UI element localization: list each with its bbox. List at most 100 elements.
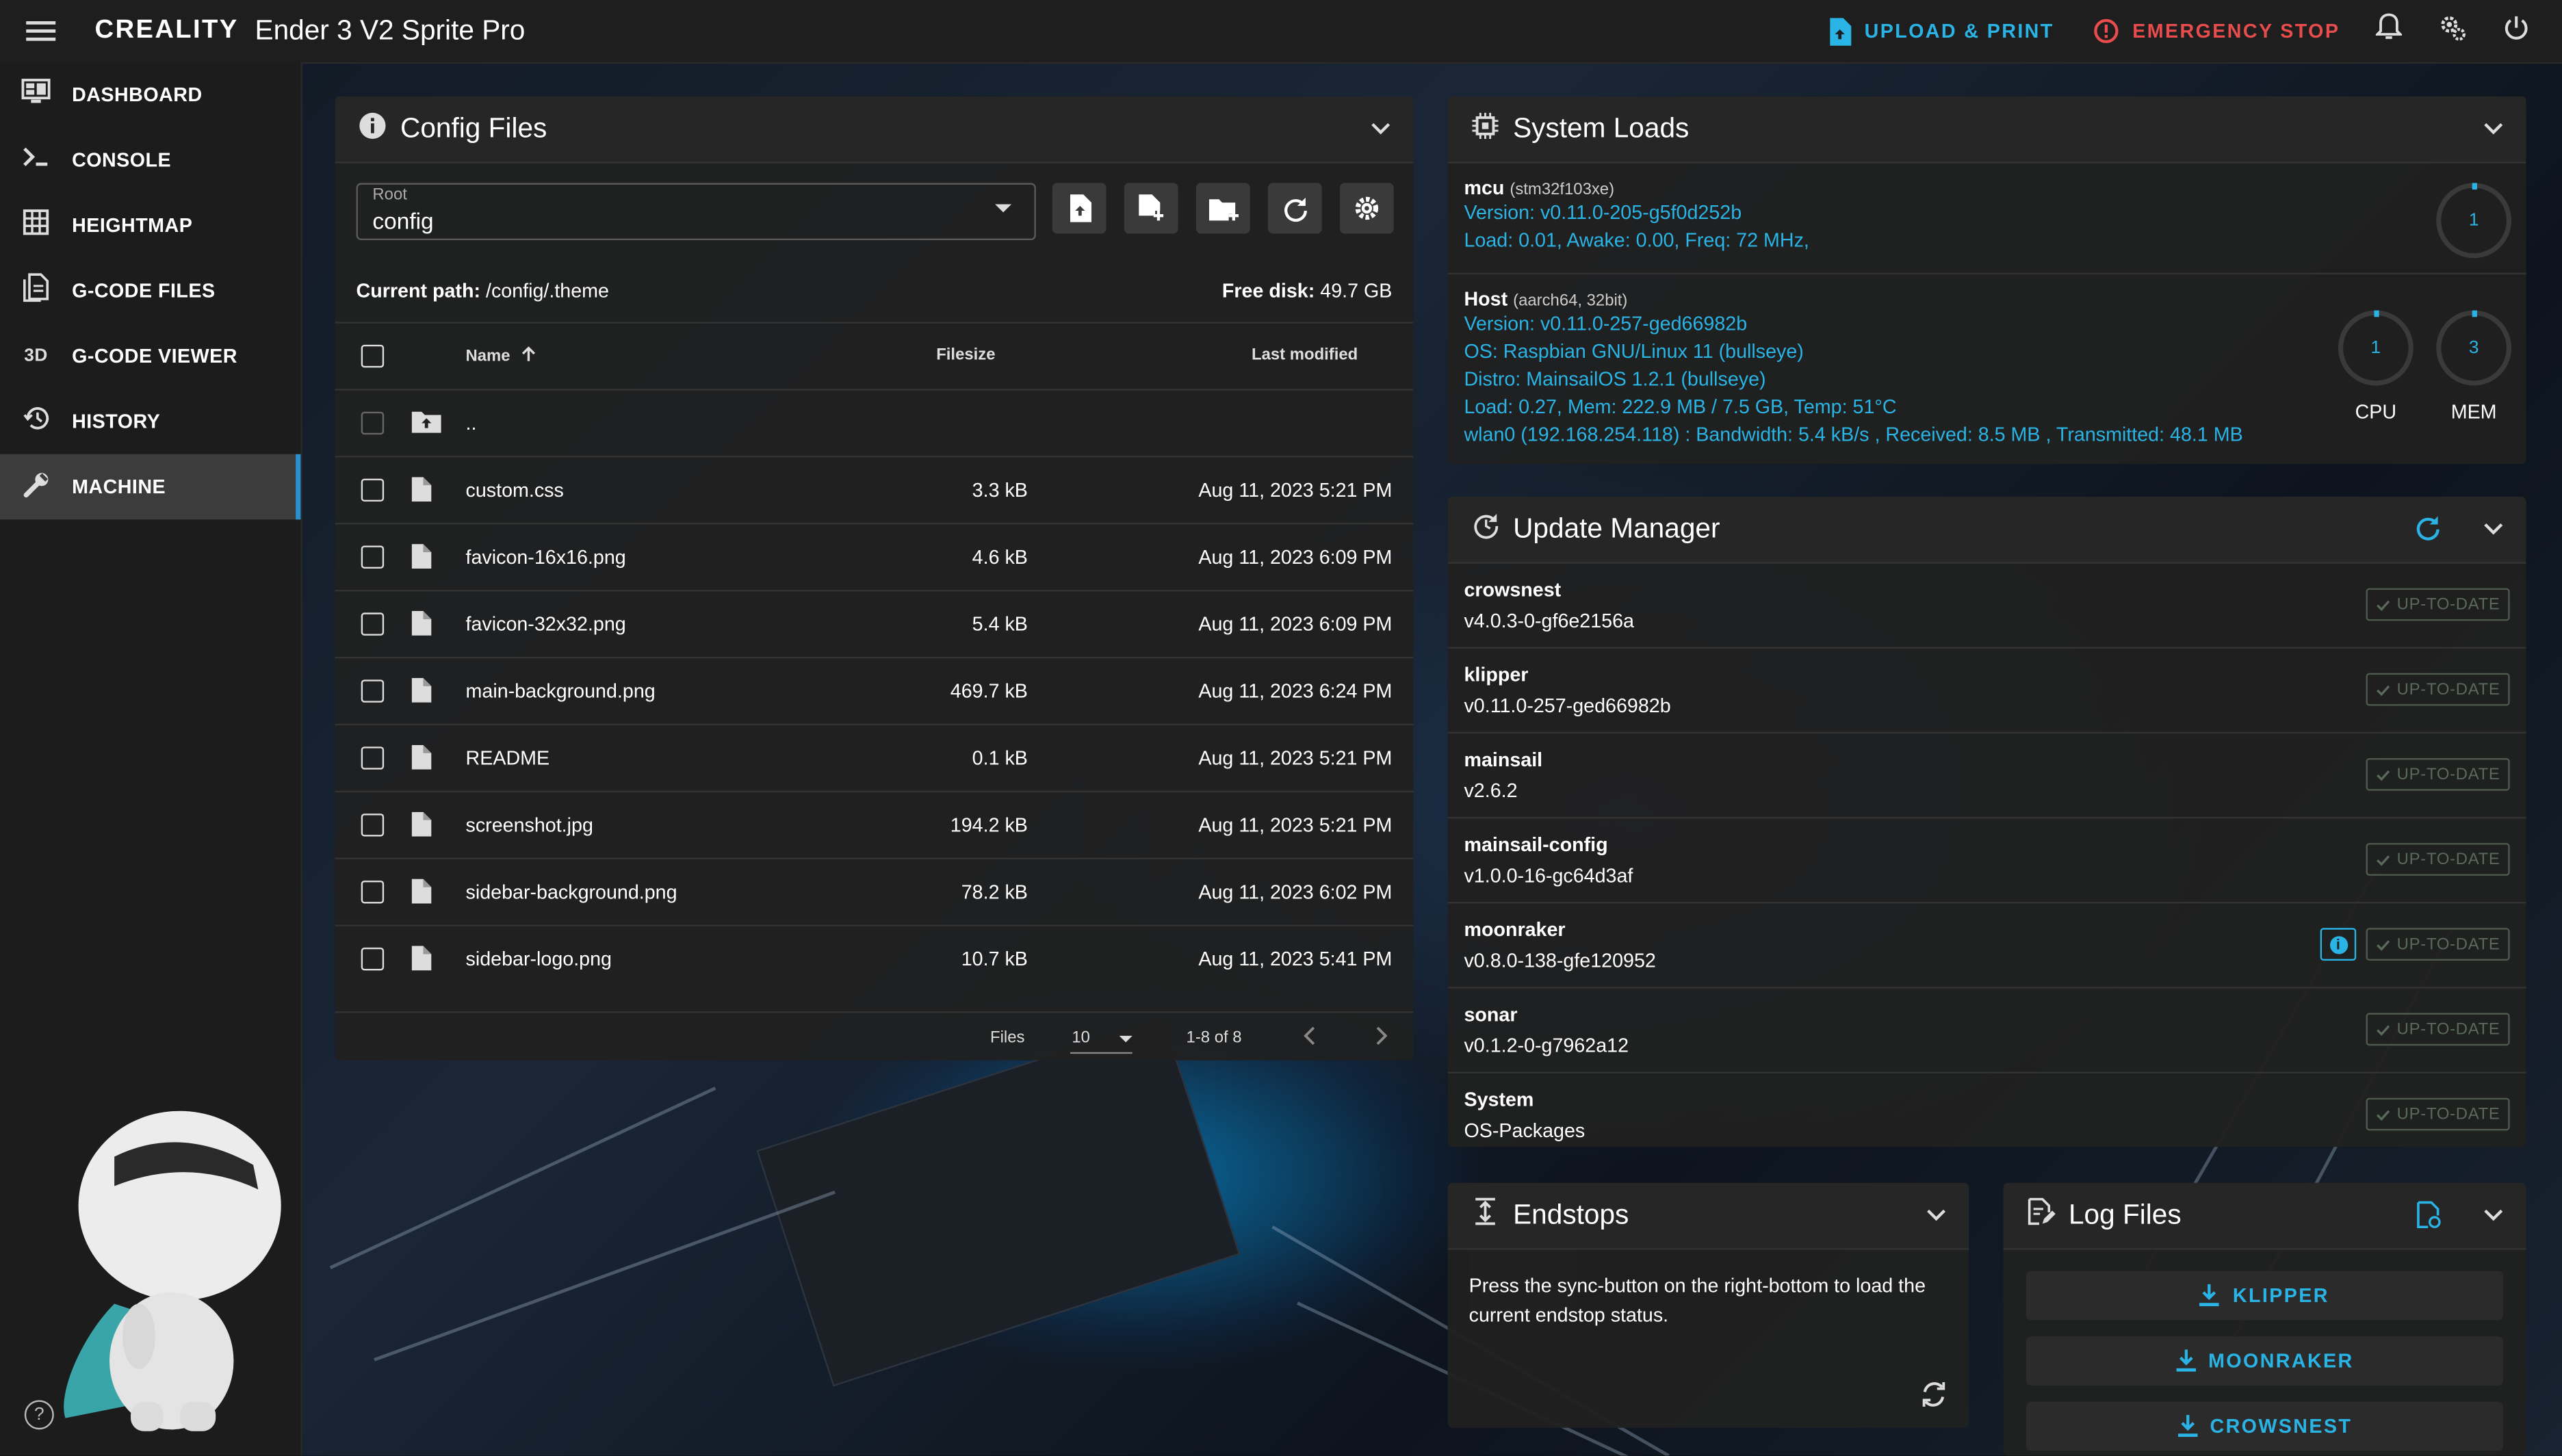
sidebar-item-machine[interactable]: MACHINE (0, 454, 301, 520)
config-files-table: Name Filesize Last modified .. custom.cs… (335, 322, 1414, 991)
component-version: v0.1.2-0-g7962a12 (1464, 1034, 1629, 1057)
column-header-modified[interactable]: Last modified (1252, 346, 1358, 364)
file-upload-icon (1830, 17, 1852, 45)
file-icon (411, 611, 432, 640)
chevron-right-icon[interactable] (1374, 1026, 1388, 1051)
sidebar-item-heightmap[interactable]: HEIGHTMAP (0, 193, 300, 259)
chevron-down-icon[interactable] (1371, 116, 1390, 141)
file-icon (411, 677, 432, 707)
row-checkbox[interactable] (361, 478, 385, 502)
sync-icon[interactable] (1920, 1381, 1948, 1417)
up-to-date-label: UP-TO-DATE (2396, 935, 2500, 954)
current-path-label: Current path: (356, 279, 481, 302)
create-file-button[interactable] (1124, 183, 1178, 234)
file-size: 78.2 kB (961, 881, 1028, 904)
update-row: klipper v0.11.0-257-ged66982b UP-TO-DATE (1447, 647, 2526, 732)
panel-title: Log Files (2068, 1199, 2182, 1231)
table-row[interactable]: sidebar-logo.png 10.7 kB Aug 11, 2023 5:41… (335, 924, 1414, 991)
printer-name: Ender 3 V2 Sprite Pro (255, 14, 526, 46)
file-size: 4.6 kB (972, 545, 1028, 569)
up-to-date-badge: UP-TO-DATE (2366, 1013, 2510, 1046)
component-name: System (1464, 1088, 1534, 1111)
table-row[interactable]: main-background.png 469.7 kB Aug 11, 2023 … (335, 656, 1414, 724)
free-disk-label: Free disk: (1221, 279, 1315, 302)
caret-down-icon (1119, 1035, 1133, 1043)
upload-print-button[interactable]: UPLOAD & PRINT (1828, 17, 2054, 45)
row-checkbox[interactable] (361, 814, 385, 837)
download-crowsnest-log-button[interactable]: CROWSNEST (2026, 1401, 2504, 1451)
row-checkbox[interactable] (361, 679, 385, 703)
create-folder-button[interactable] (1195, 183, 1250, 234)
up-to-date-badge: UP-TO-DATE (2366, 1097, 2510, 1131)
file-size: 10.7 kB (961, 947, 1028, 971)
table-row[interactable]: favicon-32x32.png 5.4 kB Aug 11, 2023 6:09… (335, 589, 1414, 657)
mcu-block: mcu (stm32f103xe) Version: v0.11.0-205-g… (1447, 164, 2526, 275)
upload-print-label: UPLOAD & PRINT (1864, 19, 2054, 43)
chevron-down-icon[interactable] (2483, 116, 2503, 141)
sidebar-item-gcode-viewer[interactable]: 3D G-CODE VIEWER (0, 324, 300, 389)
refresh-icon[interactable] (2415, 515, 2441, 549)
row-checkbox[interactable] (361, 746, 385, 770)
sidebar-item-gcode-files[interactable]: G-CODE FILES (0, 258, 300, 324)
row-checkbox[interactable] (361, 612, 385, 636)
table-row[interactable]: screenshot.jpg 194.2 kB Aug 11, 2023 5:21 … (335, 790, 1414, 858)
menu-icon[interactable] (26, 21, 56, 41)
file-refresh-icon[interactable] (2417, 1201, 2442, 1237)
download-klipper-label: KLIPPER (2232, 1284, 2329, 1308)
settings-button[interactable] (1339, 183, 1394, 234)
table-header-row: Name Filesize Last modified (335, 322, 1414, 389)
file-size: 194.2 kB (950, 814, 1028, 837)
panel-title: Update Manager (1513, 512, 1720, 545)
upload-file-button[interactable] (1052, 183, 1107, 234)
row-checkbox[interactable] (361, 881, 385, 904)
sidebar: DASHBOARD CONSOLE HEIGHTMAP G-CODE FILES… (0, 62, 302, 1456)
row-checkbox[interactable] (361, 947, 385, 971)
chevron-down-icon[interactable] (2483, 1202, 2503, 1227)
check-icon (2376, 939, 2390, 950)
help-icon[interactable]: ? (24, 1400, 54, 1430)
root-select[interactable]: Root config (356, 183, 1036, 241)
endstops-panel: Endstops Press the sync-button on the ri… (1447, 1182, 1969, 1428)
update-row: mainsail-config v1.0.0-16-gc64d3af UP-TO-D… (1447, 816, 2526, 902)
chevron-left-icon[interactable] (1304, 1026, 1317, 1051)
table-row-parent-dir[interactable]: .. (335, 389, 1414, 456)
file-modified: Aug 11, 2023 5:21 PM (1198, 478, 1393, 502)
table-row[interactable]: sidebar-background.png 78.2 kB Aug 11, 202… (335, 857, 1414, 925)
power-icon[interactable] (2503, 14, 2529, 48)
cpu-gauge: 1 (2338, 310, 2414, 386)
table-row[interactable]: custom.css 3.3 kB Aug 11, 2023 5:21 PM (335, 456, 1414, 523)
sidebar-item-label: MACHINE (72, 475, 166, 499)
sidebar-item-dashboard[interactable]: DASHBOARD (0, 62, 300, 128)
row-checkbox (361, 411, 385, 435)
refresh-button[interactable] (1267, 183, 1322, 234)
component-version: v0.11.0-257-ged66982b (1464, 694, 1671, 718)
file-icon (411, 477, 432, 506)
select-all-checkbox[interactable] (361, 344, 385, 368)
file-name: .. (465, 411, 477, 435)
file-size: 3.3 kB (972, 478, 1028, 502)
info-button[interactable]: i (2320, 928, 2357, 961)
up-to-date-badge: UP-TO-DATE (2366, 588, 2510, 621)
sidebar-item-label: HISTORY (72, 410, 161, 433)
file-name: README (465, 746, 550, 770)
bell-icon[interactable] (2374, 13, 2404, 49)
column-header-name[interactable]: Name (466, 346, 536, 366)
download-moonraker-log-button[interactable]: MOONRAKER (2026, 1336, 2504, 1386)
chevron-down-icon[interactable] (2483, 517, 2503, 541)
emergency-stop-button[interactable]: EMERGENCY STOP (2093, 18, 2340, 44)
row-checkbox[interactable] (361, 545, 385, 569)
table-row[interactable]: favicon-16x16.png 4.6 kB Aug 11, 2023 6:09… (335, 523, 1414, 590)
settings-gears-icon[interactable] (2438, 12, 2468, 50)
column-header-filesize[interactable]: Filesize (936, 346, 995, 364)
up-to-date-label: UP-TO-DATE (2396, 595, 2500, 614)
table-row[interactable]: README 0.1 kB Aug 11, 2023 5:21 PM (335, 723, 1414, 791)
files-per-page-select[interactable]: 10 (1070, 1023, 1133, 1054)
file-size: 0.1 kB (972, 746, 1028, 770)
download-icon (2177, 1414, 2197, 1438)
caret-down-icon (995, 204, 1012, 213)
sidebar-item-history[interactable]: HISTORY (0, 389, 300, 454)
endstops-message: Press the sync-button on the right-botto… (1468, 1274, 1926, 1327)
chevron-down-icon[interactable] (1926, 1202, 1946, 1227)
sidebar-item-console[interactable]: CONSOLE (0, 127, 300, 193)
download-klipper-log-button[interactable]: KLIPPER (2026, 1271, 2504, 1321)
